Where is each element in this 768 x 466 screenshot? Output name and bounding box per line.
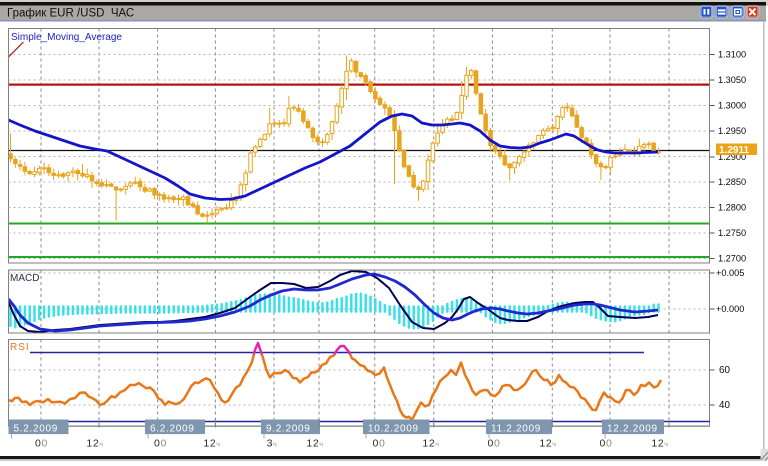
svg-text:1.2850: 1.2850	[718, 177, 746, 187]
svg-text:00: 00	[488, 438, 501, 450]
svg-text:1.2700: 1.2700	[718, 254, 746, 264]
svg-text:1.3100: 1.3100	[718, 50, 746, 60]
svg-text:12.2.2009: 12.2.2009	[607, 424, 658, 435]
svg-text:12ч: 12ч	[203, 438, 220, 450]
svg-text:10.2.2009: 10.2.2009	[368, 424, 419, 435]
svg-text:6.2.2009: 6.2.2009	[150, 424, 195, 435]
svg-text:60: 60	[719, 365, 730, 376]
svg-text:5.2.2009: 5.2.2009	[14, 424, 59, 435]
svg-text:+0.000: +0.000	[716, 304, 744, 314]
svg-text:1.3050: 1.3050	[718, 75, 746, 85]
svg-text:MACD: MACD	[10, 273, 39, 284]
svg-text:1.2800: 1.2800	[718, 203, 746, 213]
svg-text:40: 40	[719, 400, 730, 411]
svg-text:00: 00	[35, 438, 48, 450]
svg-text:12ч: 12ч	[422, 438, 439, 450]
svg-text:12ч: 12ч	[539, 438, 556, 450]
svg-text:1.2911: 1.2911	[719, 145, 749, 156]
svg-text:1.3000: 1.3000	[718, 101, 746, 111]
svg-text:RSI: RSI	[10, 342, 30, 353]
svg-text:00: 00	[600, 438, 613, 450]
svg-text:График EUR /USD ЧАС: График EUR /USD ЧАС	[7, 8, 134, 20]
svg-text:+0.005: +0.005	[716, 268, 744, 278]
svg-text:12ч: 12ч	[651, 438, 668, 450]
svg-text:Simple_Moving_Average: Simple_Moving_Average	[11, 32, 122, 43]
svg-text:12ч: 12ч	[86, 438, 103, 450]
svg-text:11.2.2009: 11.2.2009	[491, 424, 541, 435]
svg-text:3ч: 3ч	[267, 438, 278, 450]
svg-text:00: 00	[154, 438, 167, 450]
svg-text:1.2950: 1.2950	[718, 126, 746, 136]
svg-text:12ч: 12ч	[306, 438, 323, 450]
svg-text:1.2750: 1.2750	[718, 228, 746, 238]
svg-text:00: 00	[373, 438, 386, 450]
svg-text:9.2.2009: 9.2.2009	[266, 424, 311, 435]
